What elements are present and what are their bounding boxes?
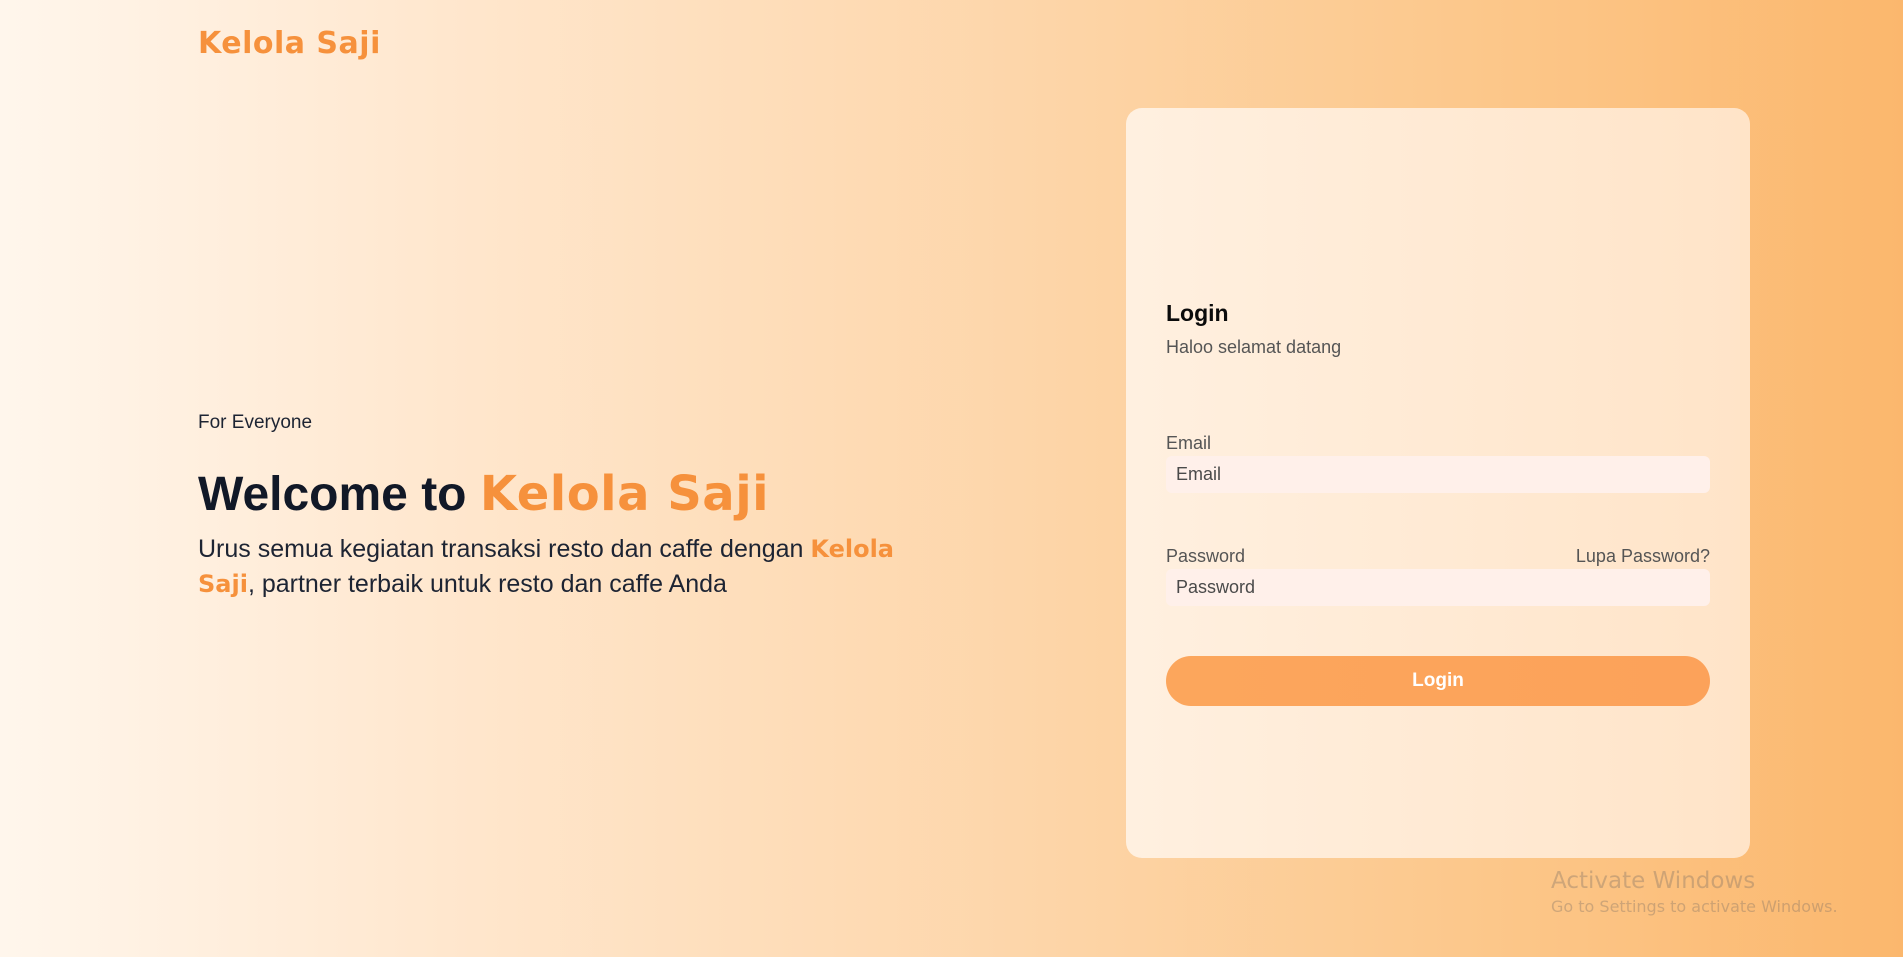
watermark-title: Activate Windows: [1551, 868, 1756, 894]
email-field-group: Email: [1166, 432, 1710, 493]
email-label: Email: [1166, 433, 1212, 453]
forgot-password-link[interactable]: Lupa Password?: [1576, 546, 1710, 567]
hero-tagline: For Everyone: [198, 412, 313, 433]
hero-headline: Welcome to Kelola Saji: [198, 468, 918, 522]
email-label-row: Email: [1166, 432, 1710, 454]
login-form: Login Haloo selamat datang Email Passwor…: [1166, 300, 1710, 706]
password-field-group: Password Lupa Password?: [1166, 545, 1710, 606]
email-input[interactable]: [1166, 456, 1710, 493]
login-subtitle: Haloo selamat datang: [1166, 337, 1342, 357]
login-button[interactable]: Login: [1166, 656, 1710, 706]
hero-section: For Everyone Welcome to Kelola Saji Urus…: [198, 412, 918, 602]
description-suffix: , partner terbaik untuk resto dan caffe …: [247, 569, 727, 598]
headline-prefix: Welcome to: [198, 468, 480, 521]
login-title: Login: [1166, 300, 1229, 326]
brand-logo[interactable]: Kelola Saji: [198, 26, 381, 61]
headline-brand: Kelola Saji: [479, 466, 770, 522]
password-input[interactable]: [1166, 569, 1710, 606]
login-card: Login Haloo selamat datang Email Passwor…: [1126, 108, 1750, 858]
password-label-row: Password Lupa Password?: [1166, 545, 1710, 567]
description-prefix: Urus semua kegiatan transaksi resto dan …: [198, 534, 811, 563]
windows-activation-watermark: Activate Windows Go to Settings to activ…: [1551, 866, 1838, 918]
watermark-subtitle: Go to Settings to activate Windows.: [1551, 897, 1838, 916]
password-label: Password: [1166, 546, 1246, 566]
hero-description: Urus semua kegiatan transaksi resto dan …: [198, 532, 918, 602]
